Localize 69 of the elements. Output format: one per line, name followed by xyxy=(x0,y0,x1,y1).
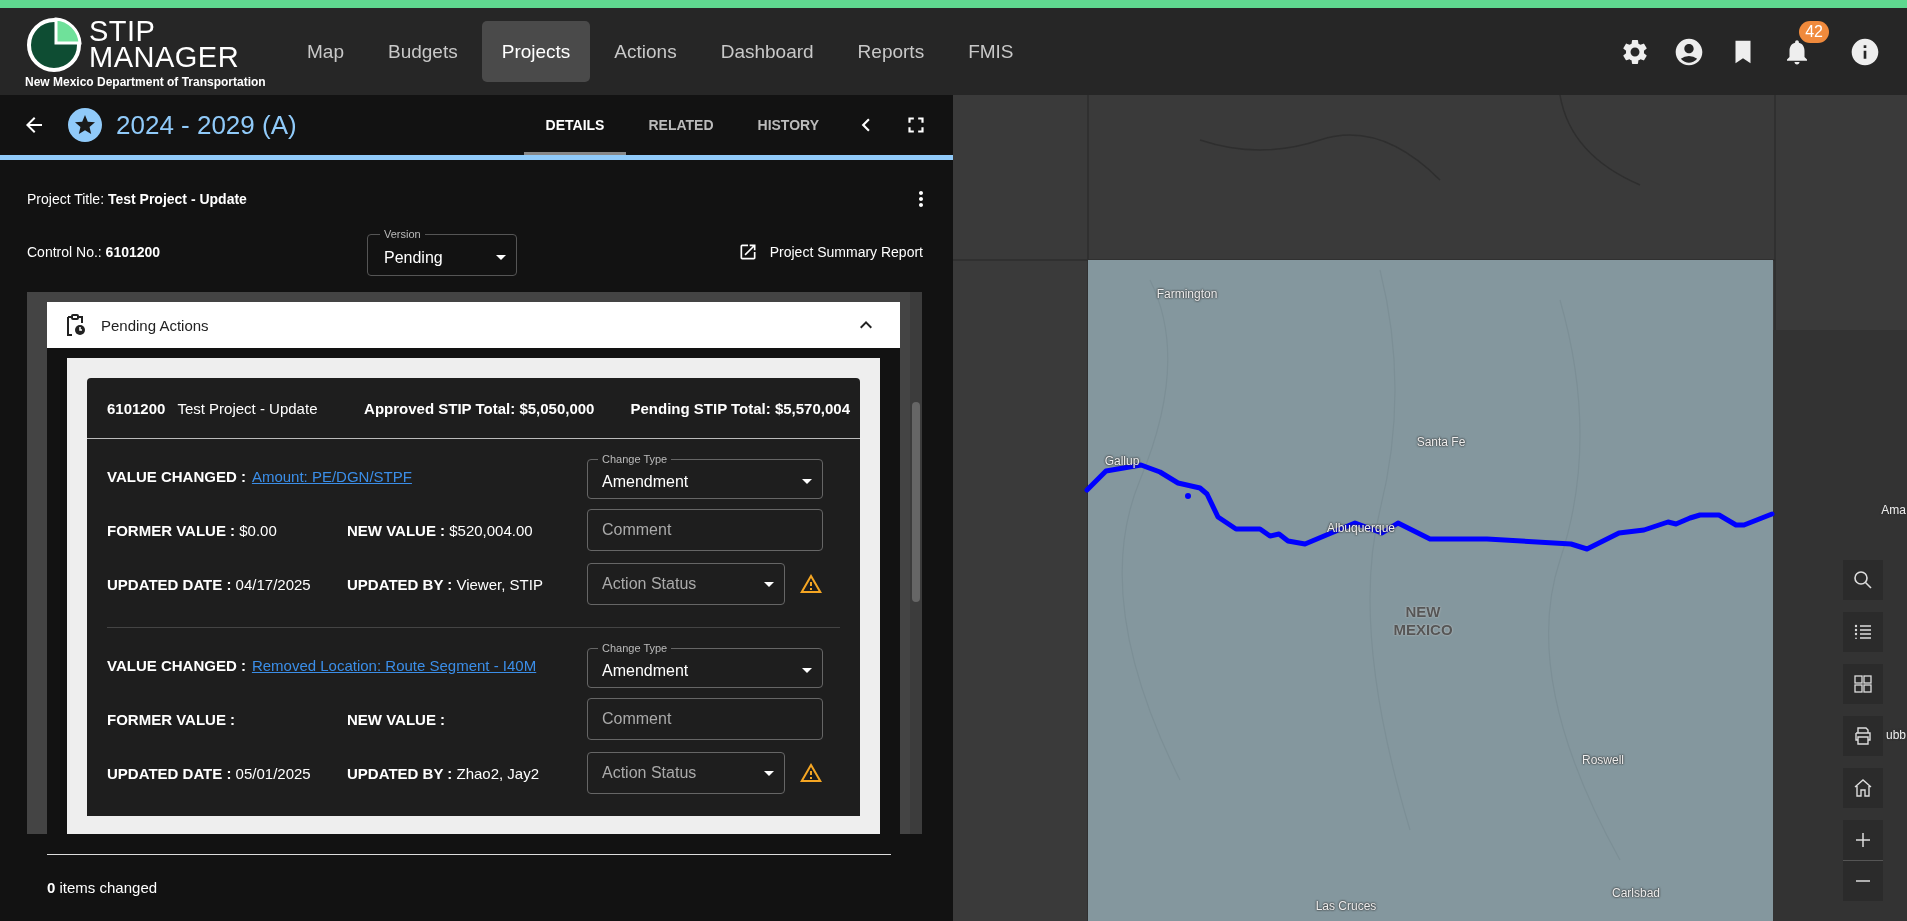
map-place-label: ubb xyxy=(1885,728,1906,742)
new-value-text: NEW VALUE : $520,004.00 xyxy=(347,521,534,539)
updated-by-text: UPDATED BY : Zhao2, Jay2 xyxy=(347,764,540,782)
print-button[interactable] xyxy=(1843,716,1883,756)
project-name: Test Project - Update xyxy=(177,399,318,417)
field-label: VALUE CHANGED : xyxy=(107,656,246,674)
map-place-label: Albuquerque xyxy=(1326,521,1396,535)
former-value-text: FORMER VALUE : $0.00 xyxy=(107,521,278,539)
action-status-select[interactable]: Action Status xyxy=(587,752,785,794)
more-options-button[interactable] xyxy=(919,191,923,207)
more-vert-icon xyxy=(919,191,923,207)
new-value-text: NEW VALUE : xyxy=(347,710,447,728)
nav-tab[interactable]: FMIS xyxy=(948,21,1034,82)
caret-icon xyxy=(764,581,774,587)
pending-total: Pending STIP Total: $5,570,004 xyxy=(630,399,850,417)
action-status-select[interactable]: Action Status xyxy=(587,563,785,605)
former-value-text: FORMER VALUE : xyxy=(107,710,237,728)
comment-field[interactable]: Comment xyxy=(587,698,823,740)
caret-icon xyxy=(802,668,812,673)
value-changed-link[interactable]: Amount: PE/DGN/STPF xyxy=(251,467,412,485)
field-label: VALUE CHANGED : xyxy=(107,467,246,485)
map-place-label: Farmington xyxy=(1156,287,1218,301)
value-changed-link[interactable]: Removed Location: Route Segment - I40M xyxy=(251,656,537,674)
nav-tab[interactable]: Actions xyxy=(594,21,697,82)
map-place-label: Ama xyxy=(1881,503,1906,517)
nav-tab[interactable]: Budgets xyxy=(367,21,478,82)
caret-icon xyxy=(802,479,812,484)
basemap-button[interactable] xyxy=(1843,664,1883,704)
map-place-label: Santa Fe xyxy=(1416,435,1466,449)
app-subtitle: New Mexico Department of Transportation xyxy=(25,74,267,89)
detail-tab[interactable]: RELATED xyxy=(626,95,736,155)
app-logo-text: STIP MANAGER xyxy=(89,17,240,70)
search-button[interactable] xyxy=(1843,560,1883,600)
detail-tab[interactable]: HISTORY xyxy=(735,95,841,155)
nav-tab[interactable]: Dashboard xyxy=(700,21,834,82)
map-place-label: Las Cruces xyxy=(1315,899,1377,913)
project-summary-report-link[interactable]: Project Summary Report xyxy=(737,238,923,266)
change-type-select[interactable]: Change Type Amendment xyxy=(587,453,823,499)
nav-tab[interactable]: Projects xyxy=(481,21,591,82)
scrollbar[interactable] xyxy=(910,292,922,834)
caret-icon xyxy=(496,255,506,260)
nav-tab[interactable]: Map xyxy=(287,21,364,82)
legend-button[interactable] xyxy=(1843,612,1883,652)
caret-icon xyxy=(764,770,774,776)
map-region-label: NEW MEXICO xyxy=(1392,603,1454,639)
control-number: 6101200 xyxy=(107,399,166,417)
project-title-text: Project Title: Test Project - Update xyxy=(27,191,247,207)
pending-actions-header[interactable]: Pending Actions xyxy=(47,302,900,348)
updated-date-text: UPDATED DATE : 04/17/2025 xyxy=(107,575,312,593)
version-select[interactable]: Version Pending xyxy=(367,228,517,276)
minus-icon xyxy=(1856,880,1870,882)
clipboard-clock-icon xyxy=(65,313,87,337)
project-period-title: 2024 - 2029 (A) xyxy=(116,109,297,141)
change-type-select[interactable]: Change Type Amendment xyxy=(587,642,823,688)
map-place-label: Carlsbad xyxy=(1612,886,1660,900)
map-place-label: Roswell xyxy=(1582,753,1624,767)
updated-by-text: UPDATED BY : Viewer, STIP xyxy=(347,575,544,593)
control-number-text: Control No.: 6101200 xyxy=(27,244,162,260)
nav-tab[interactable]: Reports xyxy=(837,21,945,82)
grid-icon xyxy=(1851,672,1875,696)
notification-count: 42 xyxy=(1799,20,1829,43)
map-place-label: Gallup xyxy=(1104,454,1140,468)
logo-icon xyxy=(25,14,83,73)
updated-date-text: UPDATED DATE : 05/01/2025 xyxy=(107,764,312,782)
approved-total: Approved STIP Total: $5,050,000 xyxy=(364,399,595,417)
zoom-in-button[interactable] xyxy=(1843,820,1883,860)
comment-field[interactable]: Comment xyxy=(587,509,823,551)
home-button[interactable] xyxy=(1843,768,1883,808)
items-changed-text: 0 items changed xyxy=(47,879,158,896)
